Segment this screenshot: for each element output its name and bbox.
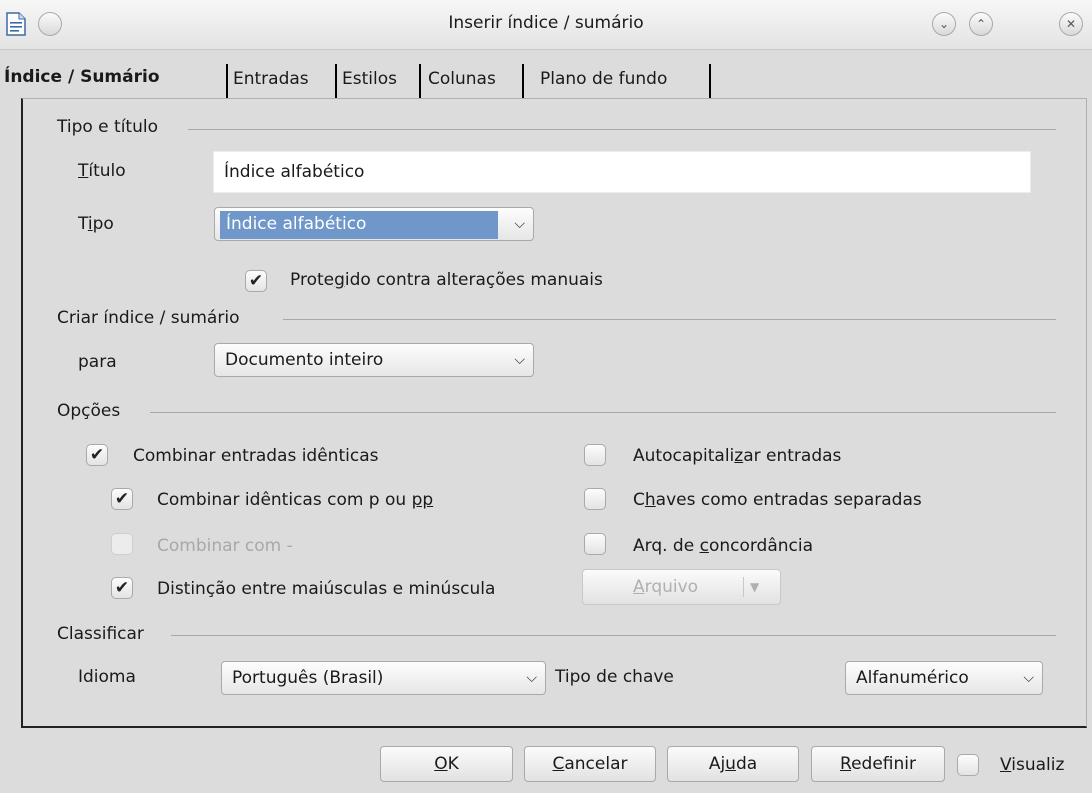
for-label: para	[78, 352, 117, 372]
cancel-button[interactable]: Cancelar	[524, 746, 656, 782]
tab-bar: Índice / Sumário Entradas Estilos Coluna…	[0, 58, 1092, 100]
tab-styles[interactable]: Estilos	[338, 64, 401, 98]
chevron-down-icon: ⌵	[526, 670, 537, 686]
group-divider	[171, 635, 1056, 636]
group-sort-label: Classificar	[57, 624, 144, 644]
window-title: Inserir índice / sumário	[448, 13, 644, 33]
chevron-down-icon: ⌵	[514, 216, 525, 232]
chevron-down-icon: ⌵	[514, 352, 525, 368]
keys-separate-label: Chaves como entradas separadas	[633, 490, 922, 510]
chevron-down-icon: ⌵	[1023, 670, 1034, 686]
concordance-file-label: Arq. de concordância	[633, 536, 814, 556]
protected-label: Protegido contra alterações manuais	[290, 270, 603, 290]
combine-identical-label: Combinar entradas idênticas	[133, 446, 379, 466]
minimize-icon[interactable]: ⌄	[932, 12, 956, 36]
tab-index[interactable]: Índice / Sumário	[0, 62, 164, 96]
autocapitalize-label: Autocapitalizar entradas	[633, 446, 842, 466]
group-divider	[150, 412, 1056, 413]
title-bar: Inserir índice / sumário ⌄ ⌃ ✕	[0, 0, 1092, 50]
close-icon[interactable]: ✕	[1059, 12, 1083, 36]
keys-separate-checkbox[interactable]	[584, 488, 606, 510]
title-label: Título	[78, 161, 126, 181]
tab-separator	[335, 64, 337, 98]
case-distinction-checkbox[interactable]: ✔	[111, 577, 133, 599]
group-create-label: Criar índice / sumário	[57, 308, 240, 328]
autocapitalize-checkbox[interactable]	[584, 444, 606, 466]
combine-identical-checkbox[interactable]: ✔	[86, 444, 108, 466]
case-distinction-label: Distinção entre maiúsculas e minúscula	[157, 579, 496, 599]
combine-with-label: Combinar com -	[157, 536, 293, 556]
maximize-icon[interactable]: ⌃	[969, 12, 993, 36]
combine-with-checkbox[interactable]	[111, 533, 133, 555]
combine-p-pp-label: Combinar idênticas com p ou pp	[157, 490, 434, 510]
tab-separator	[226, 64, 228, 98]
type-select[interactable]: Índice alfabético ⌵	[214, 207, 534, 241]
protected-checkbox[interactable]: ✔	[245, 270, 267, 292]
concordance-file-checkbox[interactable]	[584, 533, 606, 555]
tab-separator	[522, 64, 524, 98]
language-label: Idioma	[78, 667, 136, 687]
language-select[interactable]: Português (Brasil) ⌵	[221, 661, 546, 695]
tab-separator	[709, 64, 711, 98]
type-label: Tipo	[78, 214, 114, 234]
preview-checkbox[interactable]	[957, 754, 979, 776]
reset-button[interactable]: Redefinir	[811, 746, 945, 782]
key-type-label: Tipo de chave	[555, 667, 674, 687]
group-options-label: Opções	[57, 401, 121, 421]
split-divider	[743, 577, 744, 597]
key-type-select[interactable]: Alfanumérico ⌵	[845, 661, 1043, 695]
for-select[interactable]: Documento inteiro ⌵	[214, 343, 534, 377]
group-divider	[283, 319, 1056, 320]
group-type-title-label: Tipo e título	[57, 117, 158, 137]
preview-label: Visualiz	[1000, 755, 1065, 775]
tab-entries[interactable]: Entradas	[229, 64, 313, 98]
combine-p-pp-checkbox[interactable]: ✔	[111, 488, 133, 510]
title-input[interactable]: Índice alfabético	[213, 151, 1031, 193]
dropdown-arrow-icon: ▼	[750, 580, 760, 594]
group-divider	[188, 129, 1056, 130]
help-button[interactable]: Ajuda	[667, 746, 799, 782]
tab-columns[interactable]: Colunas	[424, 64, 500, 98]
ok-button[interactable]: OK	[380, 746, 513, 782]
tab-background[interactable]: Plano de fundo	[536, 64, 671, 98]
file-menu-button[interactable]: Arquivo ▼	[582, 569, 781, 605]
tab-separator	[419, 64, 421, 98]
